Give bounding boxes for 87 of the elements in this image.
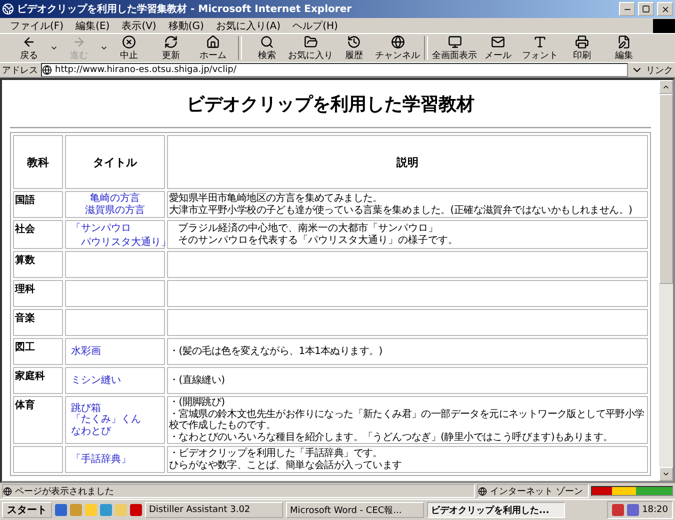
window-title: ビデオクリップを利用した学習集教材 - Microsoft Internet Explorer — [17, 2, 353, 16]
stop-icon — [122, 34, 136, 48]
table-cell: ブラジル経済の中心地で、南米一の大都市「サンパウロ」 そのサンパウロを代表する「パウリスタ大通り」の様子です。 — [167, 220, 648, 249]
taskbar-button[interactable]: Distiller Assistant 3.02 — [145, 502, 283, 518]
table-cell: 図工 — [13, 338, 63, 365]
video-link[interactable]: 「サンパウロ — [71, 221, 164, 234]
toolbar-button[interactable]: 印刷 — [561, 34, 603, 62]
toolbar-button[interactable]: 全画面表示 — [432, 34, 477, 62]
maximize-button[interactable] — [638, 2, 654, 16]
start-button[interactable]: スタート — [2, 502, 52, 518]
mail-icon — [491, 34, 505, 48]
monitor-icon — [448, 34, 462, 48]
menu-item[interactable]: お気に入り(A) — [210, 18, 287, 32]
taskbar-button[interactable]: Microsoft Word - CEC報... — [286, 502, 424, 518]
video-link[interactable]: ミシン縫い — [71, 374, 164, 386]
video-link[interactable]: 「たくみ」くん — [71, 414, 164, 426]
scroll-thumb[interactable] — [659, 94, 673, 284]
clock: 18:20 — [642, 505, 668, 515]
toolbar-button[interactable]: 戻る — [8, 34, 50, 62]
table-cell: 理科 — [13, 280, 63, 307]
column-header: 教科 — [13, 135, 63, 189]
toolbar-button[interactable]: 編集 — [603, 34, 645, 62]
table-cell: 体育 — [13, 396, 63, 444]
video-link[interactable]: 亀崎の方言 — [66, 193, 164, 204]
toolbar-button[interactable]: 履歴 — [333, 34, 375, 62]
address-label: アドレス — [2, 64, 38, 76]
video-link[interactable]: 跳び箱 — [71, 402, 164, 414]
video-link[interactable]: 滋賀県の方言 — [66, 204, 164, 216]
video-link[interactable]: なわとび — [71, 426, 164, 438]
page-heading: ビデオクリップを利用した学習教材 — [186, 93, 476, 116]
document-pen-icon — [617, 34, 631, 48]
close-icon — [660, 4, 670, 14]
table-cell: 音楽 — [13, 309, 63, 336]
table-cell: 愛知県半田市亀崎地区の方言を集めてみました。 大津市立平野小学校の子ども達が使っている言葉を集めました。(正確な滋賀弁ではないかもしれません。) — [167, 191, 648, 218]
toolbar-button[interactable]: ホーム — [192, 34, 234, 62]
clock-icon — [347, 34, 361, 48]
maximize-icon — [642, 5, 650, 13]
video-link[interactable]: パウリスタ大通り」 — [71, 234, 164, 248]
menu-item[interactable]: 編集(E) — [70, 18, 116, 32]
quick-launch-icon[interactable] — [55, 504, 67, 516]
zone-indicator: インターネット ゾーン — [477, 484, 589, 498]
browser-icon — [2, 3, 14, 15]
scroll-down-icon[interactable] — [662, 470, 670, 478]
caret-icon[interactable] — [50, 44, 58, 52]
address-field[interactable]: http://www.hirano-es.otsu.shiga.jp/vclip/ — [41, 63, 628, 77]
table-cell: ・ビデオクリップを利用した「手話辞典」です。 ひらがなや数字、ことば、簡単な会話が入っています — [167, 446, 648, 473]
menu-item[interactable]: 移動(G) — [162, 18, 210, 32]
folder-icon — [304, 34, 318, 48]
refresh-icon — [164, 34, 178, 48]
table-cell: ・(開脚跳び) ・宮城県の鈴木文也先生がお作りになった「新たくみ君」の一部データを元にネットワーク版として平野小学校で作成したものです。 ・なわとびのいろいろな種目を紹介します。「うどんつなぎ」(静里小ではこう呼びます)もあります。 — [167, 396, 648, 444]
taskbar-button[interactable]: ビデオクリップを利用した... — [427, 502, 565, 518]
menu-item[interactable]: ヘルプ(H) — [286, 18, 344, 32]
letter-icon — [533, 34, 547, 48]
toolbar-button[interactable]: 中止 — [108, 34, 150, 62]
video-link[interactable]: 水彩画 — [71, 346, 164, 358]
table-cell: 算数 — [13, 251, 63, 278]
logo-block — [653, 18, 675, 32]
video-link[interactable]: 「手話辞典」 — [71, 454, 164, 466]
toolbar-button[interactable]: 検索 — [246, 34, 288, 62]
toolbar-button[interactable]: フォント — [519, 34, 561, 62]
toolbar-button[interactable]: お気に入り — [288, 34, 333, 62]
status-message: ページが表示されました — [2, 484, 475, 498]
tray-icon[interactable] — [612, 504, 624, 516]
minimize-button[interactable] — [619, 2, 635, 16]
menu-item[interactable]: ファイル(F) — [4, 18, 70, 32]
table-cell — [13, 446, 63, 473]
toolbar-button[interactable]: 更新 — [150, 34, 192, 62]
toolbar-button[interactable]: チャンネル — [375, 34, 420, 62]
toolbar-button[interactable]: メール — [477, 34, 519, 62]
globe-icon — [390, 34, 404, 48]
home-icon — [206, 34, 220, 48]
menu-item[interactable]: 表示(V) — [116, 18, 162, 32]
printer-icon — [575, 34, 589, 48]
scrollbar[interactable] — [659, 80, 673, 481]
table-cell: ・(直線縫い) — [167, 367, 648, 394]
table-cell: 家庭科 — [13, 367, 63, 394]
search-icon — [260, 34, 274, 48]
tray-icon[interactable] — [627, 504, 640, 516]
table-cell: 社会 — [13, 220, 63, 249]
table-cell: ・(髪の毛は色を変えながら、1本1本ぬります。) — [167, 338, 648, 365]
links-label[interactable]: リンク — [646, 64, 673, 76]
column-header: タイトル — [65, 135, 165, 189]
column-header: 説明 — [167, 135, 648, 189]
scroll-up-icon[interactable] — [662, 83, 670, 91]
table-cell: 国語 — [13, 191, 63, 218]
globe-icon — [478, 486, 487, 496]
close-button[interactable] — [657, 2, 673, 16]
